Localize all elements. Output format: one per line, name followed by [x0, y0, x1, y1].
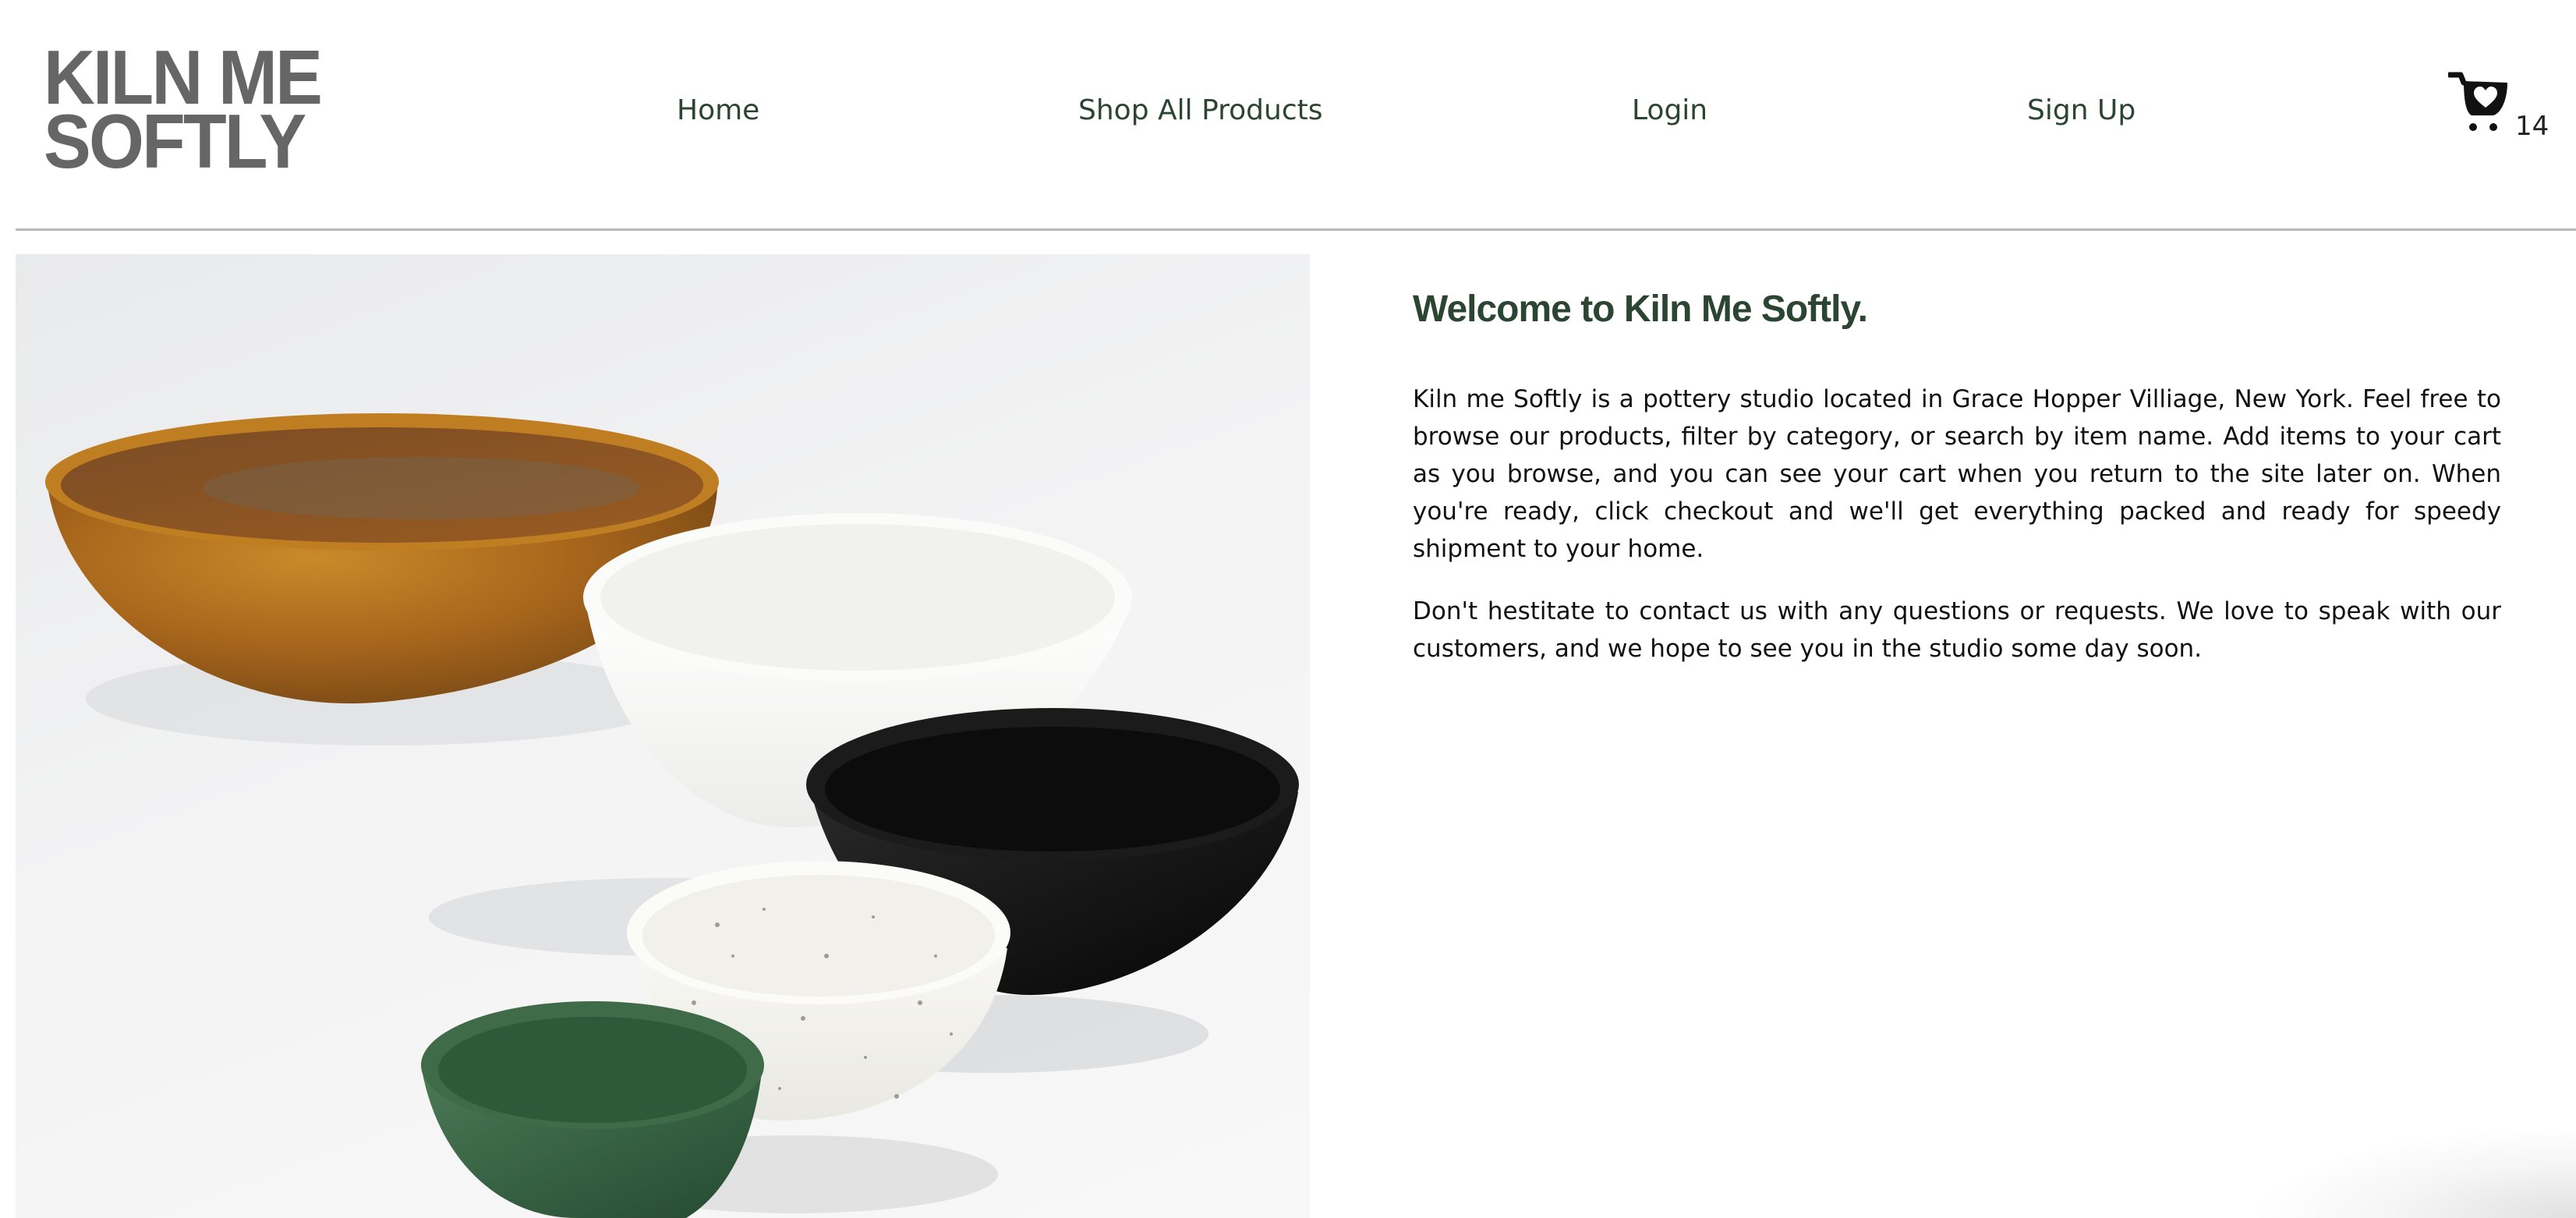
cart-count-badge: 14: [2515, 111, 2549, 142]
nav-home-link[interactable]: Home: [677, 90, 759, 131]
nav-sign-up-link[interactable]: Sign Up: [2027, 90, 2135, 131]
corner-shadow: [2249, 1124, 2576, 1218]
cart-heart-icon: [2448, 72, 2507, 131]
nav-login-link[interactable]: Login: [1632, 90, 1707, 131]
intro-paragraph: Kiln me Softly is a pottery studio locat…: [1413, 385, 2501, 563]
header-divider: [16, 228, 2576, 231]
contact-paragraph: Don't hestitate to contact us with any q…: [1413, 597, 2501, 663]
bowls-photo: [45, 413, 1299, 1218]
logo-line-2: SOFTLY: [44, 98, 306, 184]
welcome-section: Welcome to Kiln Me Softly. Kiln me Softl…: [1413, 282, 2501, 667]
nav-shop-all-products-link[interactable]: Shop All Products: [1078, 90, 1323, 131]
hero-image-bowls: [16, 254, 1310, 1218]
site-header: KILN ME SOFTLY Home Shop All Products Lo…: [0, 0, 2576, 229]
site-logo[interactable]: KILN ME SOFTLY: [44, 39, 323, 184]
cart-button[interactable]: 14: [2448, 69, 2549, 147]
page-title: Welcome to Kiln Me Softly.: [1413, 289, 1868, 330]
